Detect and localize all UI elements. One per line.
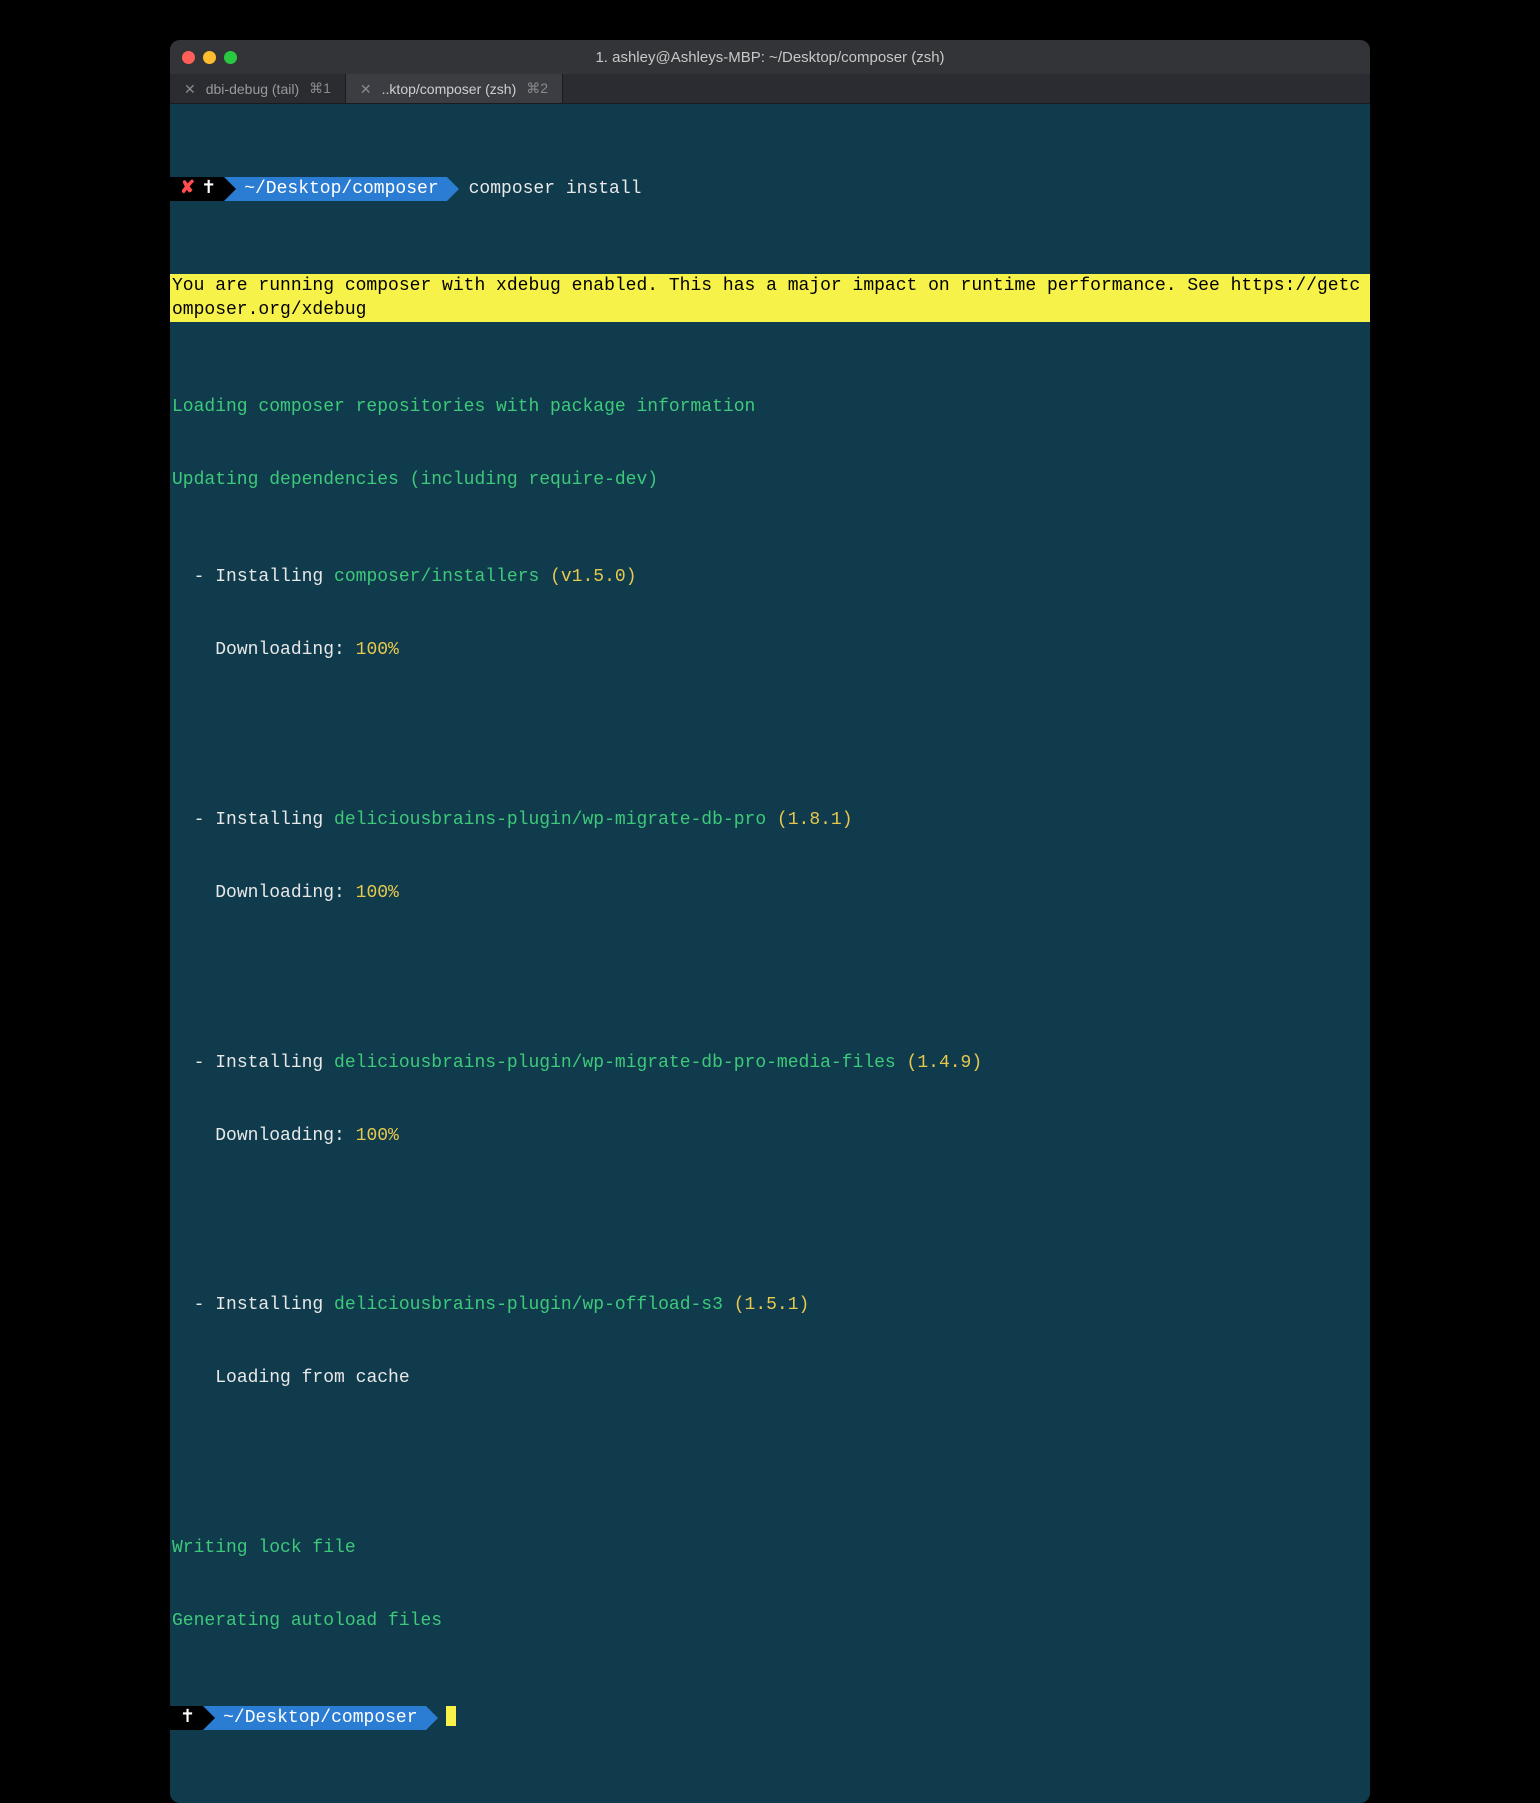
xdebug-warning: You are running composer with xdebug ena… bbox=[170, 274, 1370, 323]
cache-line: Loading from cache bbox=[170, 1366, 1370, 1390]
prompt-path-segment: ~/Desktop/composer bbox=[224, 177, 446, 201]
prompt-line: ✘ ✝ ~/Desktop/composer composer install bbox=[170, 177, 1370, 201]
sudo-icon: ✝ bbox=[201, 177, 216, 201]
install-line: - Installing deliciousbrains-plugin/wp-m… bbox=[170, 808, 1370, 832]
tab-dbi-debug[interactable]: ✕ dbi-debug (tail) ⌘1 bbox=[170, 74, 346, 103]
prompt-status-segment: ✘ ✝ bbox=[170, 177, 224, 201]
prompt-path-segment: ~/Desktop/composer bbox=[203, 1706, 425, 1730]
terminal-body[interactable]: ✘ ✝ ~/Desktop/composer composer install … bbox=[170, 104, 1370, 1803]
tab-shortcut: ⌘1 bbox=[309, 80, 331, 97]
terminal-window: 1. ashley@Ashleys-MBP: ~/Desktop/compose… bbox=[170, 40, 1370, 1803]
blank-line bbox=[170, 711, 1370, 735]
install-line: - Installing deliciousbrains-plugin/wp-m… bbox=[170, 1051, 1370, 1075]
output-line: Generating autoload files bbox=[170, 1609, 1370, 1633]
cwd-path: ~/Desktop/composer bbox=[244, 177, 438, 201]
install-line: - Installing deliciousbrains-plugin/wp-o… bbox=[170, 1293, 1370, 1317]
prompt-status-segment: ✝ bbox=[170, 1706, 203, 1730]
cursor bbox=[446, 1706, 456, 1726]
sudo-icon: ✝ bbox=[180, 1706, 195, 1730]
window-title: 1. ashley@Ashleys-MBP: ~/Desktop/compose… bbox=[170, 49, 1370, 66]
blank-line bbox=[170, 1196, 1370, 1220]
tab-label: dbi-debug (tail) bbox=[206, 81, 299, 97]
install-line: - Installing composer/installers (v1.5.0… bbox=[170, 565, 1370, 589]
blank-line bbox=[170, 1439, 1370, 1463]
download-line: Downloading: 100% bbox=[170, 881, 1370, 905]
tab-composer[interactable]: ✕ ..ktop/composer (zsh) ⌘2 bbox=[346, 74, 563, 103]
close-icon[interactable]: ✕ bbox=[184, 82, 196, 96]
output-line: Loading composer repositories with packa… bbox=[170, 395, 1370, 419]
error-icon: ✘ bbox=[180, 177, 195, 201]
blank-line bbox=[170, 954, 1370, 978]
download-line: Downloading: 100% bbox=[170, 1124, 1370, 1148]
tab-label: ..ktop/composer (zsh) bbox=[382, 81, 517, 97]
tabbar: ✕ dbi-debug (tail) ⌘1 ✕ ..ktop/composer … bbox=[170, 74, 1370, 104]
titlebar[interactable]: 1. ashley@Ashleys-MBP: ~/Desktop/compose… bbox=[170, 40, 1370, 74]
download-line: Downloading: 100% bbox=[170, 638, 1370, 662]
output-line: Writing lock file bbox=[170, 1536, 1370, 1560]
command-text: composer install bbox=[447, 177, 642, 201]
cwd-path: ~/Desktop/composer bbox=[223, 1706, 417, 1730]
output-line: Updating dependencies (including require… bbox=[170, 468, 1370, 492]
prompt-line: ✝ ~/Desktop/composer bbox=[170, 1706, 1370, 1730]
close-icon[interactable]: ✕ bbox=[360, 82, 372, 96]
tab-shortcut: ⌘2 bbox=[526, 80, 548, 97]
